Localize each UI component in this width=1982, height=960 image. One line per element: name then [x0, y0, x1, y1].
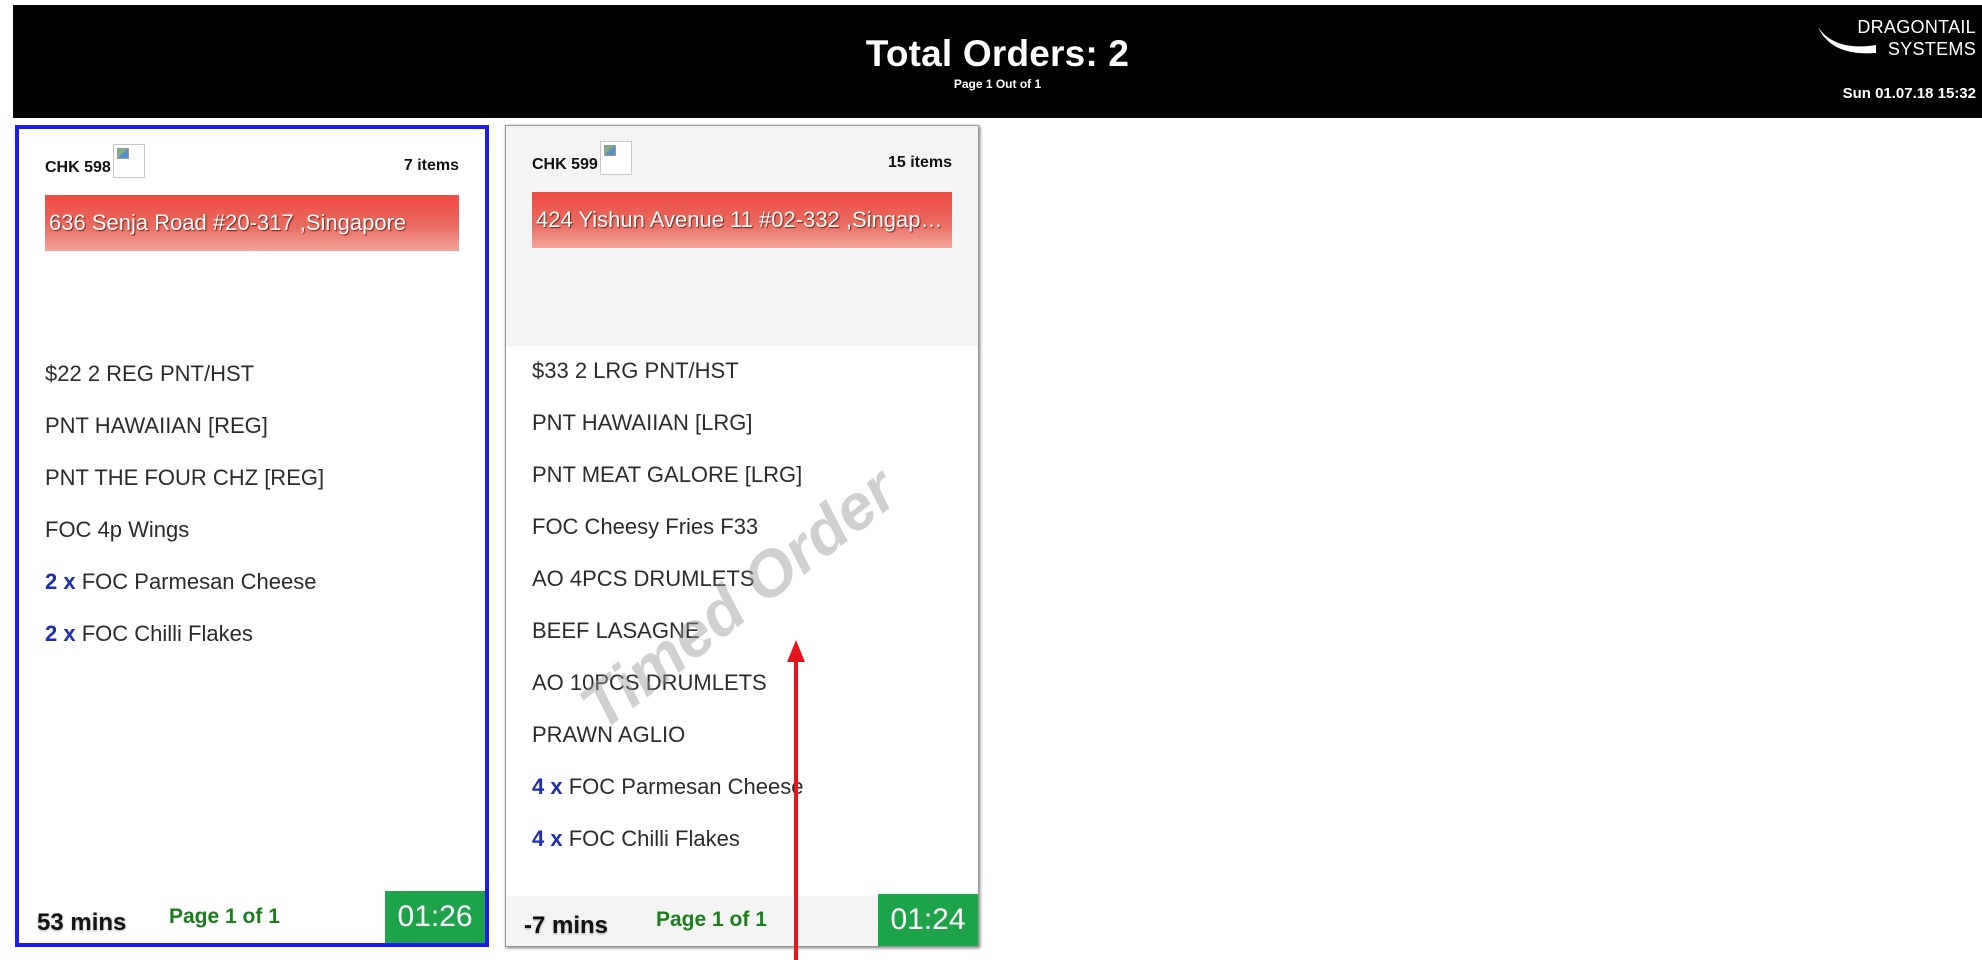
item-name: FOC Cheesy Fries F33 — [532, 514, 759, 539]
check-label: CHK 598 — [45, 159, 111, 176]
list-item[interactable]: $33 2 LRG PNT/HST — [532, 358, 958, 410]
order-items-list: $33 2 LRG PNT/HST PNT HAWAIIAN [LRG] PNT… — [532, 358, 958, 878]
list-item[interactable]: 2 x FOC Parmesan Cheese — [45, 569, 465, 621]
item-name: PNT HAWAIIAN [LRG] — [532, 410, 753, 435]
item-qty: 2 x — [45, 569, 76, 594]
list-item[interactable]: 4 x FOC Parmesan Cheese — [532, 774, 958, 826]
list-item[interactable]: PNT HAWAIIAN [LRG] — [532, 410, 958, 462]
list-item[interactable]: PNT HAWAIIAN [REG] — [45, 413, 465, 465]
item-name: PNT HAWAIIAN [REG] — [45, 413, 268, 438]
item-name: BEEF LASAGNE — [532, 618, 700, 643]
total-orders-title: Total Orders: 2 — [865, 33, 1130, 74]
date-time: Sun 01.07.18 15:32 — [1842, 85, 1976, 102]
order-card-header: CHK 598 7 items 636 Senja Road #20-317 ,… — [19, 129, 485, 349]
list-item[interactable]: BEEF LASAGNE — [532, 618, 958, 670]
item-name: FOC Parmesan Cheese — [81, 569, 317, 594]
card-page-indicator: Page 1 of 1 — [169, 905, 280, 928]
delivery-address: 424 Yishun Avenue 11 #02-332 ,Singapore — [532, 192, 952, 248]
red-arrow-annotation — [787, 640, 805, 960]
header-bar: Total Orders: 2 Page 1 Out of 1 DRAGONTA… — [13, 5, 1982, 118]
list-item[interactable]: AO 10PCS DRUMLETS — [532, 670, 958, 722]
logo-text-top: DRAGONTAIL — [1857, 17, 1976, 37]
list-item[interactable]: AO 4PCS DRUMLETS — [532, 566, 958, 618]
items-count: 15 items — [887, 154, 952, 171]
item-name: PRAWN AGLIO — [532, 722, 686, 747]
order-card-footer: -7 mins Page 1 of 1 01:24 — [506, 894, 978, 946]
item-name: FOC Chilli Flakes — [568, 826, 740, 851]
check-label: CHK 599 — [532, 156, 598, 173]
list-item[interactable]: PRAWN AGLIO — [532, 722, 958, 774]
order-items-list: $22 2 REG PNT/HST PNT HAWAIIAN [REG] PNT… — [45, 361, 465, 673]
page-indicator: Page 1 Out of 1 — [953, 77, 1042, 91]
list-item[interactable]: $22 2 REG PNT/HST — [45, 361, 465, 413]
item-name: FOC 4p Wings — [45, 517, 190, 542]
order-card-footer: 53 mins Page 1 of 1 01:26 — [19, 891, 485, 943]
delivery-address: 636 Senja Road #20-317 ,Singapore — [45, 195, 459, 251]
list-item[interactable]: FOC Cheesy Fries F33 — [532, 514, 958, 566]
dragontail-logo: DRAGONTAIL SYSTEMS — [1816, 17, 1976, 67]
elapsed-mins: -7 mins — [524, 912, 609, 939]
item-name: FOC Chilli Flakes — [81, 621, 253, 646]
check-number: CHK 598 — [45, 144, 145, 178]
order-timer: 01:26 — [385, 891, 485, 943]
order-card-599[interactable]: CHK 599 15 items 424 Yishun Avenue 11 #0… — [505, 125, 979, 947]
item-qty: 4 x — [532, 826, 563, 851]
item-name: FOC Parmesan Cheese — [568, 774, 804, 799]
item-qty: 2 x — [45, 621, 76, 646]
item-qty: 4 x — [532, 774, 563, 799]
elapsed-mins: 53 mins — [37, 909, 127, 936]
order-timer: 01:24 — [878, 894, 978, 946]
list-item[interactable]: PNT THE FOUR CHZ [REG] — [45, 465, 465, 517]
item-name: $33 2 LRG PNT/HST — [532, 358, 739, 383]
broken-image-icon — [112, 144, 145, 178]
item-name: PNT MEAT GALORE [LRG] — [532, 462, 803, 487]
logo-text-bottom: SYSTEMS — [1887, 39, 1976, 59]
items-count: 7 items — [403, 157, 459, 174]
item-name: PNT THE FOUR CHZ [REG] — [45, 465, 325, 490]
list-item[interactable]: PNT MEAT GALORE [LRG] — [532, 462, 958, 514]
broken-image-icon — [599, 141, 632, 175]
order-card-598[interactable]: CHK 598 7 items 636 Senja Road #20-317 ,… — [15, 125, 489, 947]
list-item[interactable]: FOC 4p Wings — [45, 517, 465, 569]
order-card-header: CHK 599 15 items 424 Yishun Avenue 11 #0… — [506, 126, 978, 346]
list-item[interactable]: 2 x FOC Chilli Flakes — [45, 621, 465, 673]
item-name: AO 10PCS DRUMLETS — [532, 670, 767, 695]
card-page-indicator: Page 1 of 1 — [656, 908, 767, 931]
item-name: AO 4PCS DRUMLETS — [532, 566, 755, 591]
list-item[interactable]: 4 x FOC Chilli Flakes — [532, 826, 958, 878]
item-name: $22 2 REG PNT/HST — [45, 361, 255, 386]
check-number: CHK 599 — [532, 141, 632, 175]
